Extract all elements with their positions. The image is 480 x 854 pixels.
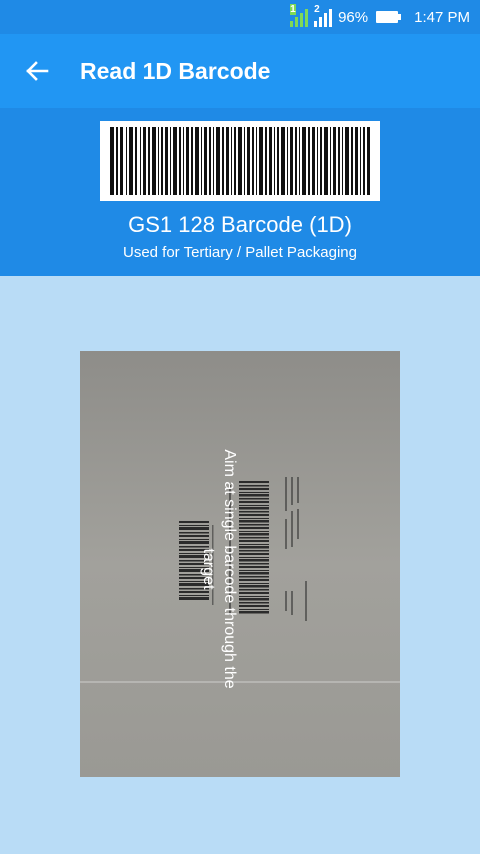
paper-fold-line [80,681,400,683]
app-bar: Read 1D Barcode [0,34,480,108]
page-title: Read 1D Barcode [80,58,271,84]
battery-percent: 96% [338,8,369,26]
scan-instruction: Aim at single barcode through the target [200,449,238,689]
sim2-label: 2 [314,4,320,15]
sim1-label: 1 [290,4,296,15]
barcode-type-subtitle: Used for Tertiary / Pallet Packaging [122,244,357,261]
battery-icon [376,11,402,23]
signal-sim2-icon: 2 [314,4,333,27]
barcode-info-panel: GS1 128 Barcode (1D) Used for Tertiary /… [0,108,480,276]
arrow-left-icon[interactable] [22,56,52,86]
signal-sim1-icon: 1 [290,4,309,27]
barcode-type-title: GS1 128 Barcode (1D) [128,212,352,237]
camera-preview[interactable] [80,351,400,777]
barcode-sample-image [100,121,380,201]
clock: 1:47 PM [414,8,470,26]
status-bar: 1 2 96% 1:47 PM [0,0,480,34]
